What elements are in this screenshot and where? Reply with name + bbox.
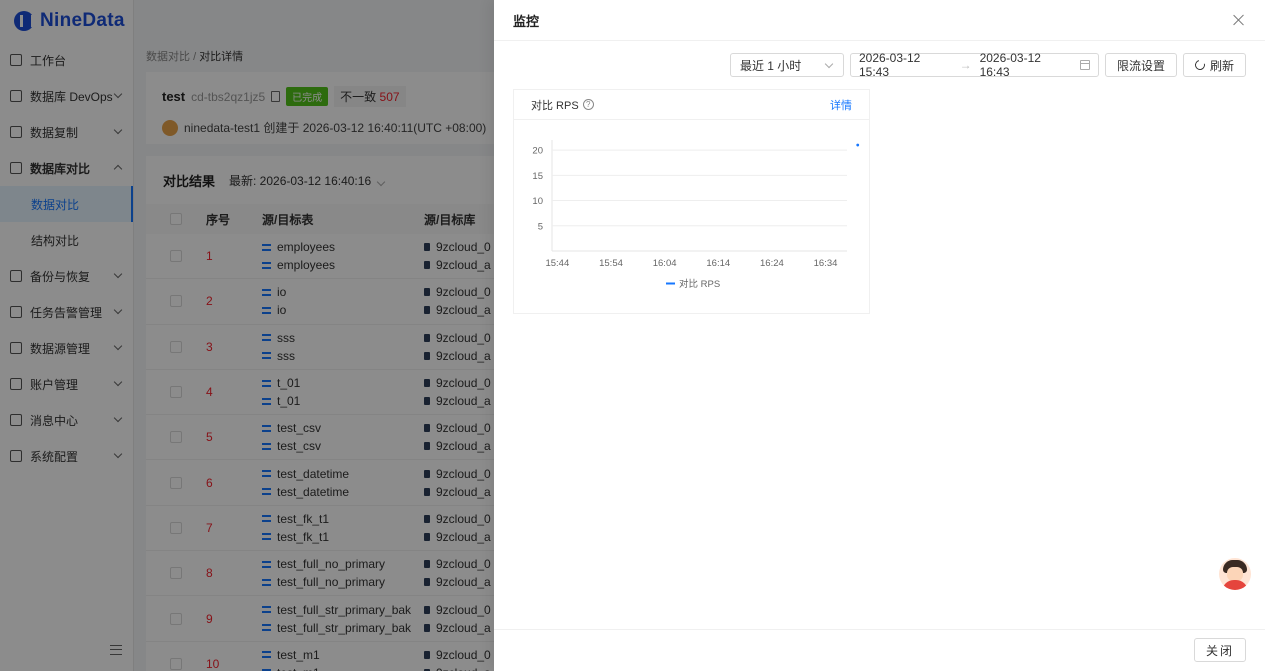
close-button[interactable]: 关闭 bbox=[1193, 638, 1246, 662]
x-tick-label: 16:04 bbox=[653, 258, 677, 269]
x-tick-label: 15:54 bbox=[599, 258, 623, 269]
chevron-down-icon bbox=[824, 59, 834, 69]
refresh-button[interactable]: 刷新 bbox=[1182, 53, 1246, 77]
range-arrow: → bbox=[959, 58, 972, 72]
x-tick-label: 15:44 bbox=[545, 258, 569, 269]
data-point bbox=[856, 143, 860, 147]
panel-title-text: 对比 RPS bbox=[531, 99, 579, 112]
time-range-value: 最近 1 小时 bbox=[739, 58, 802, 73]
x-tick-label: 16:24 bbox=[760, 258, 784, 269]
y-tick-label: 20 bbox=[532, 146, 543, 157]
refresh-label: 刷新 bbox=[1209, 58, 1234, 73]
start-time[interactable]: 2026-03-12 15:43 bbox=[859, 51, 952, 79]
end-time[interactable]: 2026-03-12 16:43 bbox=[980, 51, 1073, 79]
panel-title: 对比 RPS ? bbox=[531, 97, 594, 113]
monitor-toolbar: 最近 1 小时 2026-03-12 15:43 → 2026-03-12 16… bbox=[729, 51, 1246, 79]
help-icon[interactable]: ? bbox=[582, 99, 594, 110]
details-link[interactable]: 详情 bbox=[830, 97, 852, 113]
drawer-title: 监控 bbox=[513, 13, 540, 29]
y-tick-label: 10 bbox=[532, 196, 543, 207]
assistant-avatar[interactable] bbox=[1219, 558, 1251, 590]
rps-panel: 对比 RPS ? 详情 5 10 15 20 15:44 15:54 16:04 16:14 1… bbox=[513, 89, 870, 314]
close-button-label: 关闭 bbox=[1205, 643, 1234, 658]
x-tick-label: 16:34 bbox=[814, 258, 838, 269]
rate-limit-label: 限流设置 bbox=[1116, 58, 1165, 73]
y-tick-label: 5 bbox=[538, 221, 543, 232]
monitor-drawer: 监控 最近 1 小时 2026-03-12 15:43 → 2026-03-12… bbox=[494, 0, 1265, 671]
rps-chart: 5 10 15 20 15:44 15:54 16:04 16:14 16:24 16:34 对比 … bbox=[532, 140, 860, 290]
calendar-icon bbox=[1080, 60, 1090, 70]
y-tick-label: 15 bbox=[532, 171, 543, 182]
refresh-icon bbox=[1193, 58, 1207, 72]
close-icon[interactable] bbox=[1233, 14, 1245, 26]
x-tick-label: 16:14 bbox=[706, 258, 730, 269]
rate-limit-button[interactable]: 限流设置 bbox=[1104, 53, 1177, 77]
drawer-header: 监控 bbox=[494, 0, 1265, 41]
drawer-footer: 关闭 bbox=[494, 629, 1265, 671]
time-range-select[interactable]: 最近 1 小时 bbox=[729, 53, 844, 77]
drawer-mask[interactable] bbox=[0, 0, 494, 671]
date-range-picker[interactable]: 2026-03-12 15:43 → 2026-03-12 16:43 bbox=[849, 51, 1099, 79]
legend-label: 对比 RPS bbox=[679, 278, 720, 290]
